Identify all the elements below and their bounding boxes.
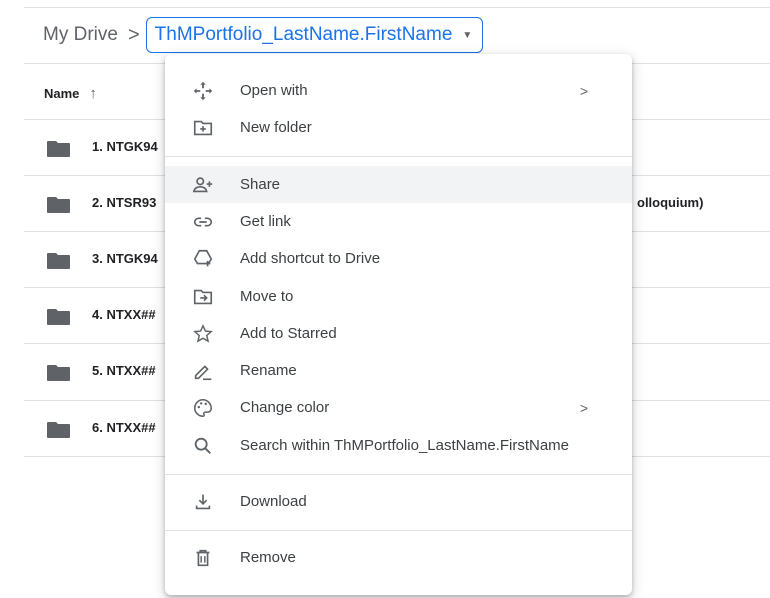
menu-item-remove[interactable]: Remove: [165, 539, 632, 576]
top-divider: [24, 7, 770, 8]
menu-item-label: Remove: [240, 549, 296, 566]
menu-item-label: Change color: [240, 399, 330, 416]
folder-name: 1. NTGK94: [92, 139, 158, 154]
new-folder-icon: [191, 116, 215, 140]
menu-item-new-folder[interactable]: New folder: [165, 109, 632, 146]
menu-item-label: Add shortcut to Drive: [240, 250, 381, 267]
folder-icon: [47, 253, 70, 269]
menu-item-search-within[interactable]: Search within ThMPortfolio_LastName.Firs…: [165, 427, 632, 464]
folder-name: 3. NTGK94: [92, 251, 158, 266]
breadcrumb-separator: >: [127, 24, 140, 46]
menu-item-change-color[interactable]: Change color >: [165, 389, 632, 426]
menu-item-label: Move to: [240, 288, 294, 305]
name-column-label: Name: [44, 86, 80, 101]
folder-icon: [47, 197, 70, 213]
folder-icon: [47, 141, 70, 157]
menu-item-label: Search within ThMPortfolio_LastName.Firs…: [240, 437, 570, 454]
menu-item-label: New folder: [240, 119, 312, 136]
drive-page: My Drive > ThMPortfolio_LastName.FirstNa…: [0, 0, 770, 598]
folder-icon: [47, 365, 70, 381]
palette-icon: [191, 396, 215, 420]
menu-item-label: Download: [240, 493, 307, 510]
menu-item-rename[interactable]: Rename: [165, 352, 632, 389]
menu-item-label: Open with: [240, 82, 308, 99]
menu-divider: [165, 156, 632, 157]
menu-item-label: Add to Starred: [240, 325, 337, 342]
move-to-folder-icon: [191, 285, 215, 309]
breadcrumb-my-drive[interactable]: My Drive: [24, 18, 126, 52]
menu-divider: [165, 474, 632, 475]
menu-item-share[interactable]: Share: [165, 166, 632, 203]
folder-name-tail: olloquium): [637, 195, 704, 210]
folder-name: 5. NTXX##: [92, 363, 156, 378]
folder-name: 6. NTXX##: [92, 420, 156, 435]
arrow-up-icon[interactable]: ↑: [89, 85, 97, 102]
link-icon: [191, 210, 215, 234]
menu-divider: [165, 530, 632, 531]
pencil-icon: [191, 359, 215, 383]
menu-item-move-to[interactable]: Move to: [165, 278, 632, 315]
move-cross-icon: [191, 79, 215, 103]
menu-item-label: Rename: [240, 362, 297, 379]
menu-item-open-with[interactable]: Open with >: [165, 72, 632, 109]
menu-item-add-to-starred[interactable]: Add to Starred: [165, 315, 632, 352]
menu-item-add-shortcut[interactable]: Add shortcut to Drive: [165, 240, 632, 277]
caret-down-icon: ▼: [462, 29, 473, 41]
folder-icon: [47, 422, 70, 438]
menu-item-label: Get link: [240, 213, 291, 230]
menu-item-download[interactable]: Download: [165, 483, 632, 520]
breadcrumb: My Drive > ThMPortfolio_LastName.FirstNa…: [24, 16, 484, 54]
star-icon: [191, 322, 215, 346]
chevron-right-icon: >: [579, 82, 588, 99]
download-icon: [191, 490, 215, 514]
breadcrumb-current-folder[interactable]: ThMPortfolio_LastName.FirstName ▼: [145, 17, 484, 53]
share-person-icon: [191, 173, 215, 197]
breadcrumb-current-label: ThMPortfolio_LastName.FirstName: [154, 24, 453, 45]
context-menu: Open with > New folder Share Get link Ad…: [165, 54, 632, 595]
folder-name: 2. NTSR93: [92, 195, 157, 210]
search-icon: [191, 434, 215, 458]
trash-icon: [191, 546, 215, 570]
menu-item-get-link[interactable]: Get link: [165, 203, 632, 240]
drive-shortcut-icon: [191, 247, 215, 271]
menu-item-label: Share: [240, 176, 281, 193]
folder-name: 4. NTXX##: [92, 307, 156, 322]
folder-icon: [47, 309, 70, 325]
name-column-header[interactable]: Name ↑: [44, 85, 97, 102]
chevron-right-icon: >: [579, 399, 588, 416]
